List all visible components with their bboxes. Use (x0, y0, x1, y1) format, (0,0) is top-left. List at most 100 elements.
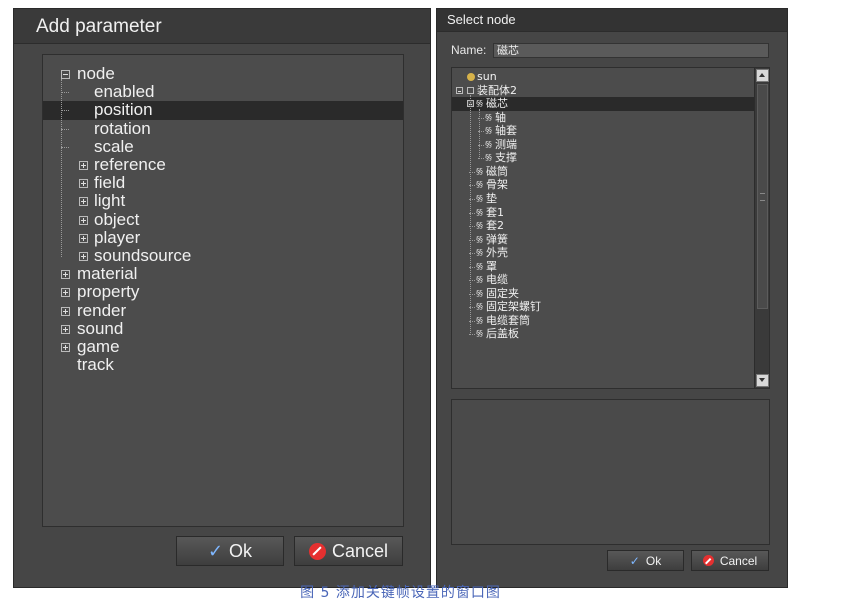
ok-button-label: Ok (229, 540, 253, 561)
expand-icon[interactable] (79, 179, 88, 189)
collapse-icon[interactable] (61, 70, 70, 79)
tree-item[interactable]: enabled (43, 83, 403, 101)
ok-button[interactable]: ✓ Ok (176, 536, 284, 566)
node-icon: §§ (485, 112, 492, 122)
node-preview-panel (451, 399, 770, 545)
checkmark-icon: ✓ (207, 540, 224, 561)
tree-item[interactable]: §§ 电缆套筒 (452, 314, 754, 328)
tree-item[interactable]: §§ 电缆 (452, 273, 754, 287)
expand-icon[interactable] (79, 252, 88, 261)
scroll-thumb[interactable] (757, 84, 768, 309)
expand-icon[interactable] (61, 324, 70, 334)
expand-icon[interactable] (79, 215, 88, 225)
tree-item[interactable]: position (43, 100, 403, 120)
tree-item[interactable]: §§ 固定夹 (452, 287, 754, 301)
tree-item[interactable]: §§ 骨架 (452, 178, 754, 192)
tree-item[interactable]: rotation (43, 118, 403, 138)
tree-item[interactable]: §§ 测端 (452, 138, 754, 152)
tree-item-label: 测端 (495, 137, 517, 151)
tree-item[interactable]: render (43, 301, 403, 320)
tree-item-label: reference (94, 155, 166, 174)
tree-item[interactable]: §§ 套1 (452, 206, 754, 220)
ok-button-label: Ok (645, 553, 662, 568)
tree-item-label: 磁筒 (486, 164, 508, 178)
tree-item[interactable]: property (43, 283, 403, 301)
scroll-down-icon[interactable] (756, 374, 769, 387)
tree-item[interactable]: player (43, 228, 403, 247)
tree-item[interactable]: track (43, 356, 403, 374)
expand-icon[interactable] (79, 161, 88, 170)
node-icon: §§ (476, 329, 483, 339)
node-icon: §§ (476, 180, 483, 190)
node-icon: §§ (485, 153, 492, 163)
expand-icon[interactable] (61, 288, 70, 298)
tree-item[interactable]: reference (43, 156, 403, 174)
tree-item[interactable]: sound (43, 318, 403, 338)
tree-item[interactable]: §§ 轴 (452, 111, 754, 125)
tree-item[interactable]: §§ 轴套 (452, 124, 754, 138)
expand-icon[interactable] (61, 270, 70, 280)
tree-item[interactable]: 装配体2 (452, 84, 754, 98)
parameter-tree: node enabled position rotation scale referenc… (42, 54, 404, 527)
ok-button[interactable]: ✓ Ok (607, 550, 684, 571)
tree-item-label: 套1 (486, 205, 504, 219)
tree-item[interactable]: §§ 弹簧 (452, 233, 754, 247)
expand-icon[interactable] (79, 233, 88, 243)
tree-item[interactable]: game (43, 338, 403, 356)
tree-scrollbar[interactable] (754, 68, 769, 388)
tree-item[interactable]: sun (452, 70, 754, 84)
tree-item-label: 后盖板 (486, 327, 519, 341)
tree-item-label: 套2 (486, 219, 504, 233)
tree-item[interactable]: field (43, 174, 403, 192)
expand-icon[interactable] (61, 306, 70, 316)
tree-item[interactable]: §§ 后盖板 (452, 327, 754, 341)
node-icon: §§ (476, 315, 483, 325)
tree-item-label: position (94, 100, 153, 120)
tree-item-label: 弹簧 (486, 232, 508, 246)
tree-item-label: sound (77, 318, 124, 338)
name-label: Name: (451, 43, 487, 57)
dialog-title: Select node (447, 12, 516, 27)
scroll-up-icon[interactable] (756, 69, 769, 82)
cancel-icon (702, 555, 714, 566)
expand-icon[interactable] (79, 197, 88, 207)
tree-item-label: 支撑 (495, 151, 517, 165)
tree-item[interactable]: node (43, 65, 403, 83)
tree-item[interactable]: §§ 磁芯 (452, 97, 754, 111)
tree-item-label: field (94, 173, 126, 193)
assembly-icon (467, 86, 474, 94)
expand-icon[interactable] (61, 343, 70, 352)
tree-item[interactable]: §§ 垫 (452, 192, 754, 206)
node-icon: §§ (476, 234, 483, 244)
node-icon: §§ (476, 248, 483, 258)
tree-item-label: rotation (94, 118, 151, 138)
tree-item[interactable]: §§ 磁筒 (452, 165, 754, 179)
node-icon: §§ (476, 166, 483, 176)
cancel-button-label: Cancel (719, 553, 758, 568)
cancel-button[interactable]: Cancel (691, 550, 769, 571)
name-input[interactable]: 磁芯 (493, 43, 769, 58)
tree-item[interactable]: §§ 罩 (452, 260, 754, 274)
select-node-dialog: Select node Name: 磁芯 sun 装配体2 §§ 磁芯 §§ 轴 §§ 轴套 §… (436, 8, 788, 588)
tree-item-label: 固定架螺钉 (486, 300, 541, 314)
cancel-button-label: Cancel (331, 540, 389, 561)
tree-item[interactable]: material (43, 265, 403, 283)
tree-item[interactable]: §§ 套2 (452, 219, 754, 233)
tree-item[interactable]: §§ 固定架螺钉 (452, 300, 754, 314)
tree-item[interactable]: §§ 外壳 (452, 246, 754, 260)
cancel-button[interactable]: Cancel (294, 536, 403, 566)
tree-item-label: property (77, 282, 140, 302)
collapse-icon[interactable] (456, 86, 463, 94)
tree-item-label: object (94, 209, 140, 229)
tree-item-label: 轴套 (495, 124, 517, 138)
tree-item[interactable]: soundsource (43, 247, 403, 265)
checkmark-icon: ✓ (629, 553, 640, 568)
dialog-title-bar: Add parameter (14, 9, 430, 44)
tree-connector (61, 110, 69, 112)
tree-item[interactable]: scale (43, 136, 403, 156)
dialog-title-bar: Select node (437, 9, 787, 32)
tree-item[interactable]: object (43, 209, 403, 229)
tree-item-label: scale (94, 136, 134, 156)
tree-item[interactable]: §§ 支撑 (452, 151, 754, 165)
tree-item[interactable]: light (43, 192, 403, 210)
